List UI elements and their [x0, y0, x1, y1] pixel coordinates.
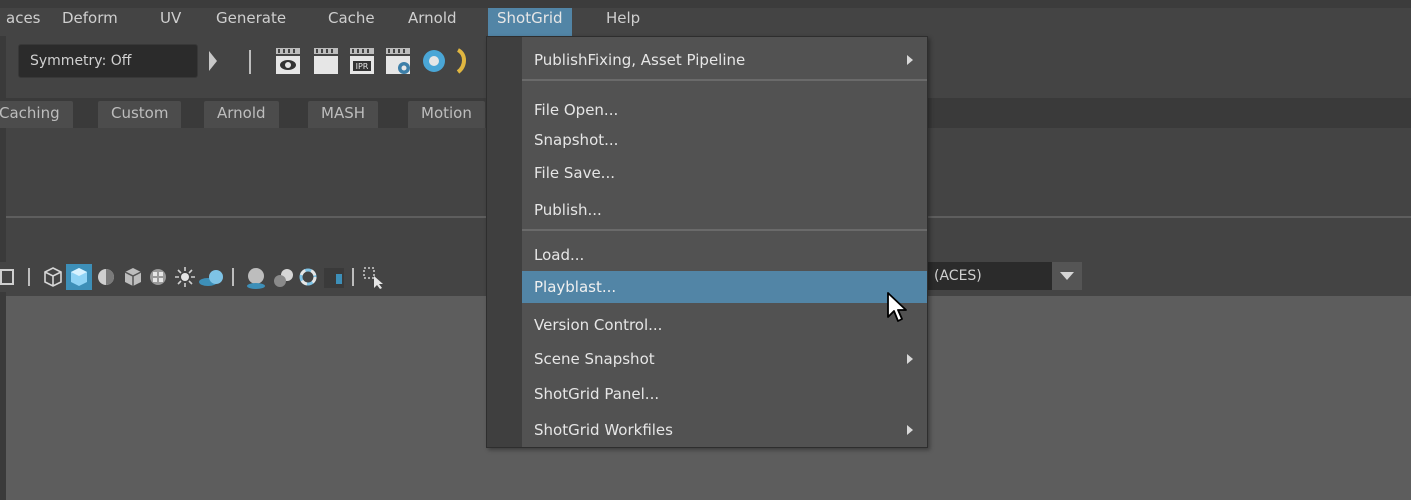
menu-gutter — [487, 37, 522, 447]
render-current-frame-icon[interactable] — [312, 46, 340, 76]
svg-text:IPR: IPR — [356, 62, 369, 71]
menu-uv[interactable]: UV — [160, 8, 181, 36]
ambient-occlusion-icon[interactable] — [244, 266, 268, 290]
menu-item-load[interactable]: Load... — [522, 240, 927, 271]
select-icon[interactable] — [362, 266, 386, 290]
menu-separator — [522, 229, 927, 231]
menu-help[interactable]: Help — [606, 8, 640, 36]
toolbar-divider — [232, 268, 234, 286]
shadows-icon[interactable] — [198, 268, 226, 288]
menu-item-publishfixing[interactable]: PublishFixing, Asset Pipeline — [522, 45, 927, 76]
tab-motion[interactable]: Motion — [408, 101, 485, 128]
render-view-icon[interactable] — [452, 46, 482, 76]
isolate-select-icon[interactable] — [322, 266, 346, 290]
menu-item-label: File Save... — [534, 164, 615, 182]
antialiasing-icon[interactable] — [298, 267, 318, 287]
submenu-arrow-icon — [907, 55, 913, 65]
menu-shotgrid[interactable]: ShotGrid — [488, 8, 572, 36]
menu-item-label: Scene Snapshot — [534, 350, 655, 368]
menu-item-label: Snapshot... — [534, 131, 619, 149]
symmetry-dropdown[interactable]: Symmetry: Off — [18, 44, 198, 78]
menu-arnold[interactable]: Arnold — [408, 8, 457, 36]
checker-icon[interactable] — [148, 267, 168, 287]
show-hide-icon[interactable] — [274, 46, 302, 76]
tab-mash[interactable]: MASH — [308, 101, 379, 128]
menu-item-label: Load... — [534, 246, 585, 264]
wireframe-icon[interactable] — [42, 266, 64, 288]
chevron-down-icon[interactable] — [1052, 262, 1082, 290]
main-menu-bar: aces Deform UV Generate Cache Arnold Sho… — [0, 0, 1411, 36]
lights-icon[interactable] — [174, 266, 196, 288]
menu-item-publish[interactable]: Publish... — [522, 195, 927, 226]
menu-item-label: PublishFixing, Asset Pipeline — [534, 51, 746, 69]
menu-item-label: ShotGrid Panel... — [534, 385, 660, 403]
textured-icon[interactable] — [122, 266, 144, 288]
menu-item-label: File Open... — [534, 101, 619, 119]
menu-item-label: Publish... — [534, 201, 602, 219]
motion-blur-icon[interactable] — [272, 266, 296, 290]
status-divider — [249, 50, 251, 74]
menu-item-version-control[interactable]: Version Control... — [522, 310, 927, 341]
menu-item-label: ShotGrid Workfiles — [534, 421, 673, 439]
menu-item-file-save[interactable]: File Save... — [522, 158, 927, 189]
render-settings-icon[interactable] — [384, 46, 412, 76]
toolbar-divider — [352, 268, 354, 286]
menu-item-label: Version Control... — [534, 316, 663, 334]
menu-separator — [522, 79, 927, 81]
smooth-shade-icon[interactable] — [66, 264, 92, 290]
menu-faces[interactable]: aces — [6, 8, 40, 36]
menu-item-label: Playblast... — [534, 278, 617, 296]
menu-generate[interactable]: Generate — [216, 8, 286, 36]
submenu-arrow-icon — [907, 425, 913, 435]
menu-item-scene-snapshot[interactable]: Scene Snapshot — [522, 344, 927, 375]
menu-item-file-open[interactable]: File Open... — [522, 95, 927, 126]
menu-item-shotgrid-workfiles[interactable]: ShotGrid Workfiles — [522, 415, 927, 446]
menu-item-snapshot[interactable]: Snapshot... — [522, 125, 927, 156]
hypershade-icon[interactable] — [420, 46, 448, 76]
shotgrid-menu: PublishFixing, Asset Pipeline File Open.… — [486, 36, 928, 448]
toolbar-divider — [28, 268, 30, 286]
menu-item-shotgrid-panel[interactable]: ShotGrid Panel... — [522, 379, 927, 410]
collapse-arrow-icon[interactable] — [209, 51, 217, 71]
mouse-cursor-icon — [887, 292, 907, 322]
tab-custom[interactable]: Custom — [98, 101, 182, 128]
submenu-arrow-icon — [907, 354, 913, 364]
color-space-dropdown[interactable]: (ACES) — [920, 262, 1052, 290]
menu-cache[interactable]: Cache — [328, 8, 375, 36]
menu-deform[interactable]: Deform — [62, 8, 118, 36]
ipr-render-icon[interactable]: IPR — [348, 46, 376, 76]
tab-arnold[interactable]: Arnold — [204, 101, 279, 128]
menu-item-playblast[interactable]: Playblast... — [522, 271, 927, 303]
xray-icon[interactable] — [96, 267, 116, 287]
tab-caching[interactable]: Caching — [0, 101, 73, 128]
panel-layout-icon[interactable] — [0, 268, 16, 286]
